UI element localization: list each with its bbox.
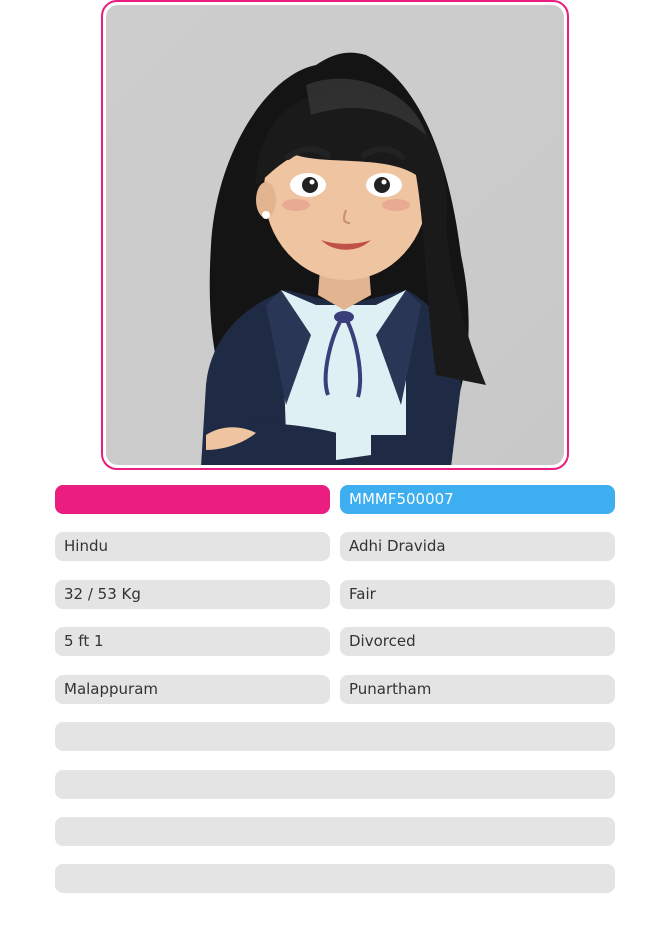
complexion-value: Fair: [340, 580, 615, 609]
caste-value: Adhi Dravida: [340, 532, 615, 561]
religion-value: Hindu: [55, 532, 330, 561]
empty-field-row-2: [55, 770, 615, 799]
star-value: Punartham: [340, 675, 615, 704]
profile-name: [55, 485, 330, 514]
female-avatar-illustration: [201, 52, 486, 465]
profile-id: MMMF500007: [340, 485, 615, 514]
height-value: 5 ft 1: [55, 627, 330, 656]
age-weight-value: 32 / 53 Kg: [55, 580, 330, 609]
marital-status-value: Divorced: [340, 627, 615, 656]
location-value: Malappuram: [55, 675, 330, 704]
empty-field-row-1: [55, 722, 615, 751]
profile-photo[interactable]: [106, 5, 564, 465]
empty-field-row-4: [55, 864, 615, 893]
empty-field-row-3: [55, 817, 615, 846]
profile-photo-frame: [101, 0, 569, 470]
